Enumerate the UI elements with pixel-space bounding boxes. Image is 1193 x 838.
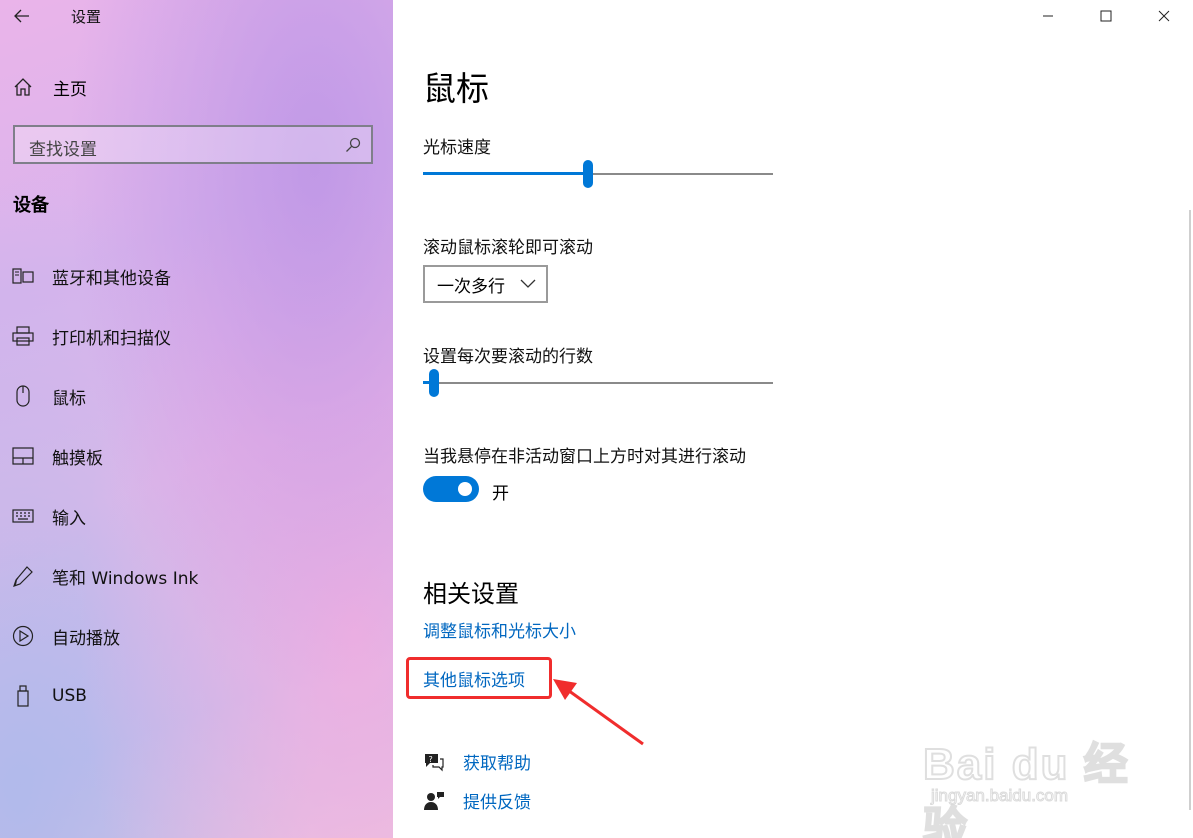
chevron-down-icon — [520, 279, 536, 288]
printer-icon — [12, 325, 34, 347]
watermark: Bai du 经验 jingyan.baidu.com — [922, 706, 1133, 838]
sidebar-item-home[interactable]: 主页 — [13, 72, 87, 102]
title-bar: 设置 — [0, 0, 393, 32]
feedback-link[interactable]: 提供反馈 — [463, 788, 531, 813]
touchpad-icon — [12, 445, 34, 467]
maximize-icon — [1100, 10, 1112, 22]
mouse-icon — [12, 385, 34, 407]
slider-track — [423, 382, 773, 384]
app-title: 设置 — [71, 8, 102, 26]
sidebar-item-label: 输入 — [52, 508, 86, 529]
autoplay-icon — [12, 625, 34, 647]
sidebar-nav: 蓝牙和其他设备 打印机和扫描仪 鼠标 触摸板 输入 笔和 Windows Ink… — [0, 246, 393, 726]
back-arrow-icon — [14, 9, 29, 23]
feedback-row[interactable]: 提供反馈 — [423, 788, 531, 813]
sidebar-item-usb[interactable]: USB — [0, 666, 393, 726]
slider-thumb[interactable] — [429, 369, 439, 397]
sidebar-item-touchpad[interactable]: 触摸板 — [0, 426, 393, 486]
home-icon — [14, 78, 32, 96]
minimize-icon — [1043, 15, 1053, 17]
search-input[interactable]: 查找设置 — [13, 125, 373, 164]
sidebar-section-title: 设备 — [13, 195, 49, 216]
close-button[interactable] — [1135, 0, 1193, 32]
inactive-scroll-label: 当我悬停在非活动窗口上方时对其进行滚动 — [423, 447, 746, 467]
lines-per-scroll-slider[interactable] — [423, 368, 773, 398]
pen-icon — [12, 565, 34, 587]
sidebar-item-autoplay[interactable]: 自动播放 — [0, 606, 393, 666]
cursor-speed-label: 光标速度 — [423, 138, 491, 158]
sidebar-item-bluetooth[interactable]: 蓝牙和其他设备 — [0, 246, 393, 306]
adjust-pointer-size-link[interactable]: 调整鼠标和光标大小 — [423, 617, 576, 642]
help-chat-icon: ? — [423, 751, 445, 773]
svg-text:?: ? — [429, 755, 433, 764]
annotation-highlight-box — [406, 657, 552, 699]
close-icon — [1158, 10, 1170, 22]
feedback-person-icon — [423, 790, 445, 812]
sidebar-item-printers[interactable]: 打印机和扫描仪 — [0, 306, 393, 366]
scrollbar[interactable] — [1189, 210, 1191, 810]
sidebar-item-label: 鼠标 — [52, 388, 86, 409]
related-settings-title: 相关设置 — [423, 580, 519, 608]
sidebar-item-pen[interactable]: 笔和 Windows Ink — [0, 546, 393, 606]
scroll-mode-dropdown[interactable]: 一次多行 — [423, 265, 548, 303]
slider-thumb[interactable] — [583, 160, 593, 188]
get-help-link[interactable]: 获取帮助 — [463, 749, 531, 774]
sidebar-item-typing[interactable]: 输入 — [0, 486, 393, 546]
back-button[interactable] — [8, 3, 36, 29]
watermark-url: jingyan.baidu.com — [930, 786, 1069, 806]
search-placeholder: 查找设置 — [29, 140, 97, 160]
toggle-knob — [458, 482, 472, 496]
sidebar-item-mouse[interactable]: 鼠标 — [0, 366, 393, 426]
get-help-row[interactable]: ? 获取帮助 — [423, 749, 531, 774]
maximize-button[interactable] — [1077, 0, 1135, 32]
sidebar: 设置 主页 查找设置 设备 蓝牙和其他设备 打印机和扫描仪 鼠标 触摸板 输入 … — [0, 0, 393, 838]
window-controls — [1019, 0, 1193, 32]
keyboard-icon — [12, 505, 34, 527]
sidebar-item-label: 打印机和扫描仪 — [52, 328, 171, 349]
bluetooth-devices-icon — [12, 265, 34, 287]
watermark-brand: Bai du 经验 — [922, 739, 1130, 838]
cursor-speed-slider[interactable] — [423, 159, 773, 189]
sidebar-item-label: 主页 — [53, 79, 87, 100]
usb-icon — [12, 685, 34, 707]
inactive-scroll-toggle[interactable] — [423, 476, 479, 502]
lines-per-scroll-label: 设置每次要滚动的行数 — [423, 347, 593, 367]
sidebar-item-label: 蓝牙和其他设备 — [52, 268, 171, 289]
slider-fill — [423, 172, 588, 175]
page-title: 鼠标 — [423, 69, 489, 108]
dropdown-value: 一次多行 — [437, 276, 505, 297]
scroll-mode-label: 滚动鼠标滚轮即可滚动 — [423, 238, 593, 258]
sidebar-item-label: 笔和 Windows Ink — [52, 568, 199, 589]
minimize-button[interactable] — [1019, 0, 1077, 32]
toggle-state-label: 开 — [492, 484, 509, 504]
sidebar-item-label: USB — [52, 686, 87, 706]
main-content: 鼠标 光标速度 滚动鼠标滚轮即可滚动 一次多行 设置每次要滚动的行数 当我悬停在… — [393, 0, 1193, 838]
sidebar-item-label: 触摸板 — [52, 448, 103, 469]
search-icon[interactable] — [345, 137, 361, 153]
annotation-arrow — [553, 679, 644, 746]
sidebar-item-label: 自动播放 — [52, 628, 120, 649]
